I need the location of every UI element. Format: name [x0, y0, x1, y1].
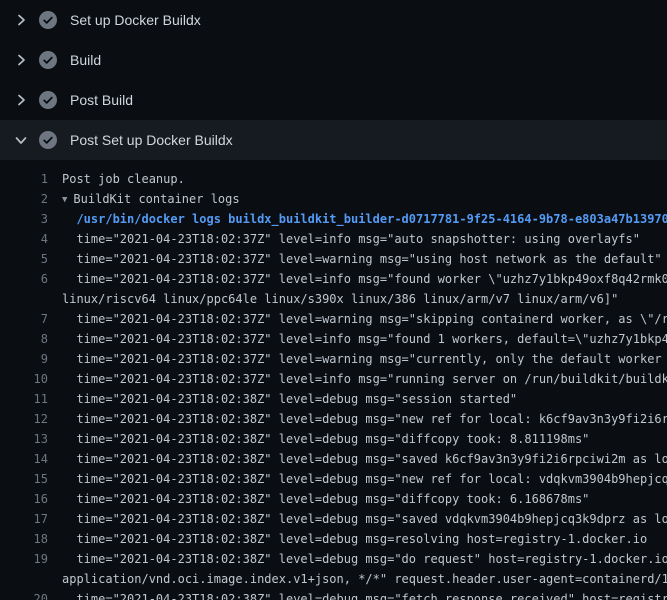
log-line-number[interactable]: 5	[0, 249, 48, 269]
log-line-text: time="2021-04-23T18:02:37Z" level=warnin…	[62, 249, 662, 269]
log-line: 1 Post job cleanup.	[0, 169, 667, 189]
log-line: linux/riscv64 linux/ppc64le linux/s390x …	[0, 289, 667, 309]
log-line-number[interactable]: 8	[0, 329, 48, 349]
check-circle-icon	[39, 51, 57, 69]
step-label: Post Build	[70, 92, 133, 108]
log-line-number[interactable]: 13	[0, 429, 48, 449]
step-label: Post Set up Docker Buildx	[70, 132, 233, 148]
log-line: 18 time="2021-04-23T18:02:38Z" level=deb…	[0, 529, 667, 549]
log-line-text: time="2021-04-23T18:02:38Z" level=debug …	[62, 409, 667, 429]
step-row[interactable]: Post Set up Docker Buildx	[0, 120, 667, 160]
check-circle-icon	[39, 131, 57, 149]
log-group-toggle[interactable]: 2 ▼BuildKit container logs	[0, 189, 667, 209]
log-line-number[interactable]: 6	[0, 269, 48, 289]
log-line-text: time="2021-04-23T18:02:38Z" level=debug …	[62, 549, 667, 569]
log-line-number[interactable]	[0, 569, 48, 589]
log-line-number[interactable]	[0, 289, 48, 309]
check-circle-icon	[39, 91, 57, 109]
log-line-text: time="2021-04-23T18:02:38Z" level=debug …	[62, 429, 589, 449]
log-line-text: linux/riscv64 linux/ppc64le linux/s390x …	[62, 289, 618, 309]
log-line-text: time="2021-04-23T18:02:37Z" level=warnin…	[62, 349, 667, 369]
log-line-text: time="2021-04-23T18:02:38Z" level=debug …	[62, 389, 517, 409]
log-line-text: Post job cleanup.	[62, 169, 185, 189]
chevron-right-icon	[13, 52, 29, 68]
log-line-text: time="2021-04-23T18:02:38Z" level=debug …	[62, 589, 667, 600]
log-line-number[interactable]: 14	[0, 449, 48, 469]
log-line-text: time="2021-04-23T18:02:38Z" level=debug …	[62, 469, 667, 489]
log-pane[interactable]: 1 Post job cleanup. 2 ▼BuildKit containe…	[0, 160, 667, 600]
log-line-number[interactable]: 11	[0, 389, 48, 409]
log-line-number[interactable]: 4	[0, 229, 48, 249]
log-line-number[interactable]: 19	[0, 549, 48, 569]
log-line-number[interactable]: 16	[0, 489, 48, 509]
log-line: 19 time="2021-04-23T18:02:38Z" level=deb…	[0, 549, 667, 569]
log-line: 3 /usr/bin/docker logs buildx_buildkit_b…	[0, 209, 667, 229]
log-line-text: time="2021-04-23T18:02:38Z" level=debug …	[62, 449, 667, 469]
log-line-text: time="2021-04-23T18:02:37Z" level=info m…	[62, 229, 640, 249]
log-line-text: time="2021-04-23T18:02:37Z" level=warnin…	[62, 309, 667, 329]
log-line: 16 time="2021-04-23T18:02:38Z" level=deb…	[0, 489, 667, 509]
log-line: 10 time="2021-04-23T18:02:37Z" level=inf…	[0, 369, 667, 389]
check-circle-icon	[39, 11, 57, 29]
log-line-text: application/vnd.oci.image.index.v1+json,…	[62, 569, 667, 589]
log-line: 11 time="2021-04-23T18:02:38Z" level=deb…	[0, 389, 667, 409]
log-line: 13 time="2021-04-23T18:02:38Z" level=deb…	[0, 429, 667, 449]
log-line-text: ▼BuildKit container logs	[62, 189, 240, 209]
log-line: 9 time="2021-04-23T18:02:37Z" level=warn…	[0, 349, 667, 369]
step-label: Set up Docker Buildx	[70, 12, 201, 28]
log-line-text: time="2021-04-23T18:02:38Z" level=debug …	[62, 509, 667, 529]
log-line-text: /usr/bin/docker logs buildx_buildkit_bui…	[62, 209, 667, 229]
log-line: 7 time="2021-04-23T18:02:37Z" level=warn…	[0, 309, 667, 329]
group-collapse-triangle-icon: ▼	[62, 195, 67, 205]
log-line-text: time="2021-04-23T18:02:38Z" level=debug …	[62, 529, 647, 549]
log-line-number[interactable]: 12	[0, 409, 48, 429]
step-label: Build	[70, 52, 101, 68]
log-line-number[interactable]: 7	[0, 309, 48, 329]
log-line-number[interactable]: 18	[0, 529, 48, 549]
log-line-number[interactable]: 2	[0, 189, 48, 209]
log-line: 14 time="2021-04-23T18:02:38Z" level=deb…	[0, 449, 667, 469]
log-line: 15 time="2021-04-23T18:02:38Z" level=deb…	[0, 469, 667, 489]
log-line-text: time="2021-04-23T18:02:37Z" level=info m…	[62, 269, 667, 289]
log-line-number[interactable]: 17	[0, 509, 48, 529]
chevron-right-icon	[13, 12, 29, 28]
chevron-down-icon	[13, 132, 29, 148]
log-line-text: time="2021-04-23T18:02:38Z" level=debug …	[62, 489, 589, 509]
log-line-number[interactable]: 20	[0, 589, 48, 600]
log-line: 6 time="2021-04-23T18:02:37Z" level=info…	[0, 269, 667, 289]
log-line-number[interactable]: 15	[0, 469, 48, 489]
steps-list: Set up Docker Buildx Build Post Build	[0, 0, 667, 160]
actions-log-viewer: Set up Docker Buildx Build Post Build	[0, 0, 667, 600]
chevron-right-icon	[13, 92, 29, 108]
step-row[interactable]: Build	[0, 40, 667, 80]
log-line: 8 time="2021-04-23T18:02:37Z" level=info…	[0, 329, 667, 349]
log-line: 12 time="2021-04-23T18:02:38Z" level=deb…	[0, 409, 667, 429]
log-line-text: time="2021-04-23T18:02:37Z" level=info m…	[62, 369, 667, 389]
step-row[interactable]: Post Build	[0, 80, 667, 120]
log-line-number[interactable]: 9	[0, 349, 48, 369]
log-line: application/vnd.oci.image.index.v1+json,…	[0, 569, 667, 589]
log-line: 20 time="2021-04-23T18:02:38Z" level=deb…	[0, 589, 667, 600]
log-line-number[interactable]: 3	[0, 209, 48, 229]
log-line: 4 time="2021-04-23T18:02:37Z" level=info…	[0, 229, 667, 249]
log-line-text: time="2021-04-23T18:02:37Z" level=info m…	[62, 329, 667, 349]
log-line-number[interactable]: 10	[0, 369, 48, 389]
log-line-number[interactable]: 1	[0, 169, 48, 189]
log-line: 17 time="2021-04-23T18:02:38Z" level=deb…	[0, 509, 667, 529]
step-row[interactable]: Set up Docker Buildx	[0, 0, 667, 40]
log-line: 5 time="2021-04-23T18:02:37Z" level=warn…	[0, 249, 667, 269]
